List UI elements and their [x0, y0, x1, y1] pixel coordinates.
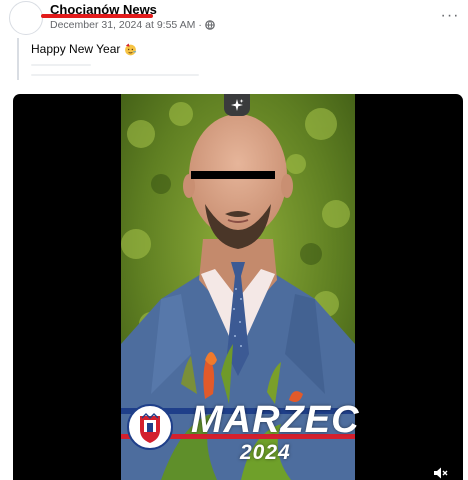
more-options-button[interactable]: ··· — [438, 6, 462, 26]
post-message: Happy New Year — [31, 42, 121, 56]
faint-text-line — [31, 74, 199, 76]
quote-bar — [17, 38, 19, 80]
video-player[interactable]: MARZEC 2024 — [13, 94, 463, 480]
page-avatar[interactable] — [9, 1, 43, 35]
sparkle-icon — [231, 99, 244, 111]
globe-icon[interactable] — [205, 20, 215, 30]
faint-text-line — [31, 64, 91, 66]
post-meta: December 31, 2024 at 9:55 AM · — [50, 18, 215, 32]
town-crest — [127, 404, 173, 450]
highlight-underline — [41, 14, 153, 18]
post-card: Chocianów News December 31, 2024 at 9:55… — [0, 0, 468, 480]
censor-bar — [191, 171, 275, 179]
video-overlay-year: 2024 — [240, 441, 291, 464]
meta-separator: · — [198, 19, 202, 31]
volume-icon[interactable] — [432, 466, 450, 480]
video-overlay-title: MARZEC — [191, 399, 360, 441]
sparkle-button[interactable] — [224, 94, 250, 116]
more-options-icon: ··· — [440, 7, 460, 24]
post-timestamp[interactable]: December 31, 2024 at 9:55 AM — [50, 18, 195, 32]
post-text: Happy New Year — [31, 42, 137, 56]
crest-emblem — [130, 407, 170, 447]
partying-face-emoji-icon — [125, 42, 137, 55]
